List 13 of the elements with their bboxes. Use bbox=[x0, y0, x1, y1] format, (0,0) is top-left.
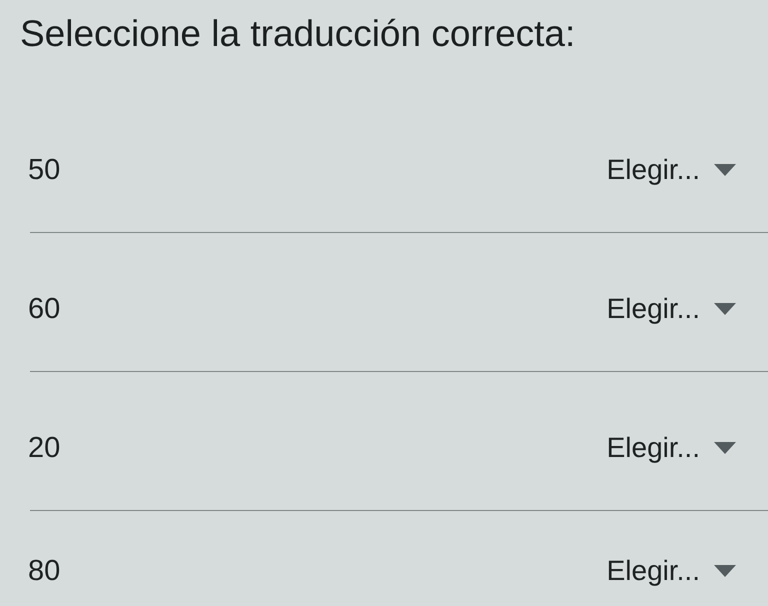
number-label: 60 bbox=[28, 294, 60, 324]
number-label: 80 bbox=[28, 556, 60, 586]
caret-icon bbox=[714, 442, 736, 454]
caret-icon bbox=[714, 565, 736, 577]
dropdown-select[interactable]: Elegir... bbox=[604, 152, 738, 188]
number-label: 20 bbox=[28, 434, 60, 462]
dropdown-select[interactable]: Elegir... bbox=[604, 553, 738, 589]
question-title: Seleccione la traducción correcta: bbox=[19, 12, 576, 56]
number-label: 50 bbox=[28, 156, 60, 184]
caret-icon bbox=[714, 164, 736, 176]
dropdown-select[interactable]: Elegir... bbox=[604, 291, 738, 327]
caret-icon bbox=[714, 303, 736, 315]
dropdown-select[interactable]: Elegir... bbox=[604, 430, 738, 466]
